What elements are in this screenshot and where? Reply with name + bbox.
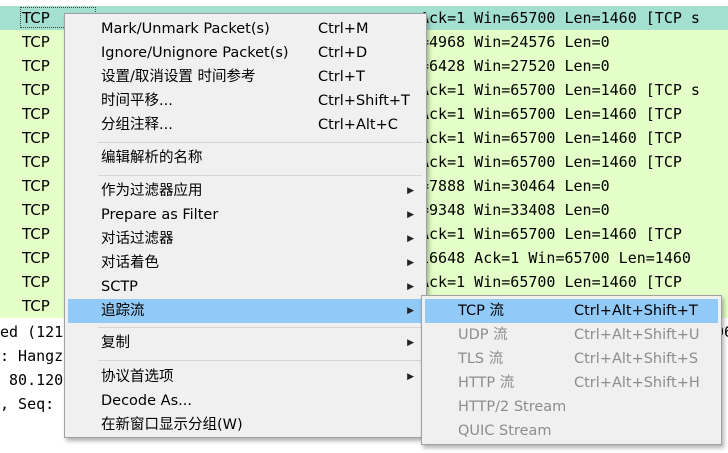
detail-line[interactable]: , Seq:	[0, 392, 63, 416]
menu-item-label: TCP 流	[458, 303, 504, 319]
menu-item-label: QUIC Stream	[458, 423, 552, 439]
packet-protocol: TCP	[22, 105, 50, 123]
packet-protocol: TCP	[22, 249, 50, 267]
menu-item-label: 时间平移...	[101, 93, 173, 109]
menu-item-shortcut: Ctrl+D	[318, 45, 368, 61]
packet-info: Ack=1 Win=65700 Len=1460 [TCP	[420, 153, 682, 171]
menu-item-shortcut: Ctrl+Shift+T	[318, 93, 410, 109]
menu-item-time-reference[interactable]: 设置/取消设置 时间参考 Ctrl+T	[68, 65, 423, 89]
submenu-arrow-icon: ▶	[407, 372, 414, 382]
menu-item-shortcut: Ctrl+Alt+Shift+S	[574, 351, 699, 367]
menu-item-shortcut: Ctrl+Alt+C	[318, 117, 398, 133]
menu-item-packet-comment[interactable]: 分组注释... Ctrl+Alt+C	[68, 113, 423, 137]
menu-item-label: 分组注释...	[101, 117, 173, 133]
submenu-arrow-icon: ▶	[407, 306, 414, 316]
packet-context-menu: Mark/Unmark Packet(s) Ctrl+M Ignore/Unig…	[64, 13, 427, 438]
submenu-arrow-icon: ▶	[407, 282, 414, 292]
submenu-arrow-icon: ▶	[407, 338, 414, 348]
menu-item-protocol-preferences[interactable]: 协议首选项 ▶	[68, 365, 423, 389]
packet-info: =7888 Win=30464 Len=0	[420, 177, 610, 195]
menu-item-label: 协议首选项	[101, 369, 174, 385]
menu-item-shortcut: Ctrl+T	[318, 69, 365, 85]
menu-item-label: 设置/取消设置 时间参考	[101, 69, 256, 85]
menu-item-label: 复制	[101, 335, 130, 351]
submenu-item-tcp-stream[interactable]: TCP 流 Ctrl+Alt+Shift+T	[425, 299, 718, 323]
submenu-item-http2-stream[interactable]: HTTP/2 Stream	[425, 395, 718, 419]
menu-item-label: HTTP/2 Stream	[458, 399, 567, 415]
packet-info: Ack=1 Win=65700 Len=1460 [TCP	[420, 105, 682, 123]
submenu-arrow-icon: ▶	[407, 210, 414, 220]
packet-protocol: TCP	[22, 81, 50, 99]
menu-separator	[98, 175, 422, 176]
menu-item-label: Decode As...	[101, 393, 192, 409]
packet-info: Ack=1 Win=65700 Len=1460 [TCP s	[420, 9, 700, 27]
menu-item-label: Mark/Unmark Packet(s)	[101, 21, 270, 37]
menu-item-mark-unmark[interactable]: Mark/Unmark Packet(s) Ctrl+M	[68, 17, 423, 41]
follow-stream-submenu: TCP 流 Ctrl+Alt+Shift+T UDP 流 Ctrl+Alt+Sh…	[421, 295, 722, 445]
packet-protocol: TCP	[22, 153, 50, 171]
menu-item-label: SCTP	[101, 279, 138, 295]
menu-item-sctp[interactable]: SCTP ▶	[68, 275, 423, 299]
submenu-item-quic-stream[interactable]: QUIC Stream	[425, 419, 718, 443]
menu-item-label: HTTP 流	[458, 375, 515, 391]
submenu-item-udp-stream[interactable]: UDP 流 Ctrl+Alt+Shift+U	[425, 323, 718, 347]
menu-item-label: Prepare as Filter	[101, 207, 219, 223]
packet-protocol: TCP	[22, 225, 50, 243]
packet-info: 16648 Ack=1 Win=65700 Len=1460	[420, 249, 691, 267]
packet-protocol: TCP	[22, 201, 50, 219]
submenu-arrow-icon: ▶	[407, 186, 414, 196]
menu-item-prepare-as-filter[interactable]: Prepare as Filter ▶	[68, 203, 423, 227]
packet-info: =6428 Win=27520 Len=0	[420, 57, 610, 75]
submenu-arrow-icon: ▶	[407, 258, 414, 268]
menu-item-label: 在新窗口显示分组(W)	[101, 417, 243, 433]
menu-separator	[98, 142, 422, 143]
menu-item-label: UDP 流	[458, 327, 508, 343]
packet-protocol: TCP	[22, 57, 50, 75]
menu-item-colorize-conversation[interactable]: 对话着色 ▶	[68, 251, 423, 275]
packet-protocol: TCP	[22, 129, 50, 147]
submenu-item-tls-stream[interactable]: TLS 流 Ctrl+Alt+Shift+S	[425, 347, 718, 371]
packet-protocol: TCP	[22, 273, 50, 291]
menu-item-label: 编辑解析的名称	[101, 150, 203, 166]
menu-item-edit-resolved-name[interactable]: 编辑解析的名称	[68, 146, 423, 170]
menu-item-label: TLS 流	[458, 351, 504, 367]
submenu-item-http-stream[interactable]: HTTP 流 Ctrl+Alt+Shift+H	[425, 371, 718, 395]
packet-info: Ack=1 Win=65700 Len=1460 [TCP	[420, 225, 682, 243]
packet-info: Ack=1 Win=65700 Len=1460 [TCP	[420, 129, 682, 147]
menu-separator	[98, 327, 422, 328]
detail-line[interactable]: ed (121	[0, 320, 63, 344]
menu-item-time-shift[interactable]: 时间平移... Ctrl+Shift+T	[68, 89, 423, 113]
menu-item-shortcut: Ctrl+Alt+Shift+T	[574, 303, 698, 319]
packet-protocol: TCP	[22, 9, 50, 27]
menu-item-ignore-unignore[interactable]: Ignore/Unignore Packet(s) Ctrl+D	[68, 41, 423, 65]
packet-protocol: TCP	[22, 33, 50, 51]
menu-item-label: 作为过滤器应用	[101, 183, 203, 199]
menu-item-conversation-filter[interactable]: 对话过滤器 ▶	[68, 227, 423, 251]
packet-info: =9348 Win=33408 Len=0	[420, 201, 610, 219]
menu-item-follow-stream[interactable]: 追踪流 ▶	[68, 299, 423, 323]
menu-item-shortcut: Ctrl+M	[318, 21, 369, 37]
packet-info: Ack=1 Win=65700 Len=1460 [TCP s	[420, 81, 700, 99]
menu-item-label: Ignore/Unignore Packet(s)	[101, 45, 289, 61]
menu-item-shortcut: Ctrl+Alt+Shift+H	[574, 375, 700, 391]
submenu-arrow-icon: ▶	[407, 234, 414, 244]
menu-item-decode-as[interactable]: Decode As...	[68, 389, 423, 413]
detail-line[interactable]: 80.120	[0, 368, 63, 392]
menu-item-show-packet-in-new-window[interactable]: 在新窗口显示分组(W)	[68, 413, 423, 437]
packet-protocol: TCP	[22, 177, 50, 195]
menu-item-shortcut: Ctrl+Alt+Shift+U	[574, 327, 700, 343]
packet-info: =4968 Win=24576 Len=0	[420, 33, 610, 51]
menu-item-label: 对话过滤器	[101, 231, 174, 247]
menu-item-copy[interactable]: 复制 ▶	[68, 331, 423, 355]
detail-line[interactable]: : Hangz	[0, 344, 63, 368]
packet-protocol: TCP	[22, 297, 50, 315]
menu-item-label: 追踪流	[101, 303, 145, 319]
menu-item-label: 对话着色	[101, 255, 159, 271]
menu-item-apply-as-filter[interactable]: 作为过滤器应用 ▶	[68, 179, 423, 203]
packet-info: Ack=1 Win=65700 Len=1460 [TCP	[420, 273, 682, 291]
menu-separator	[98, 360, 422, 361]
